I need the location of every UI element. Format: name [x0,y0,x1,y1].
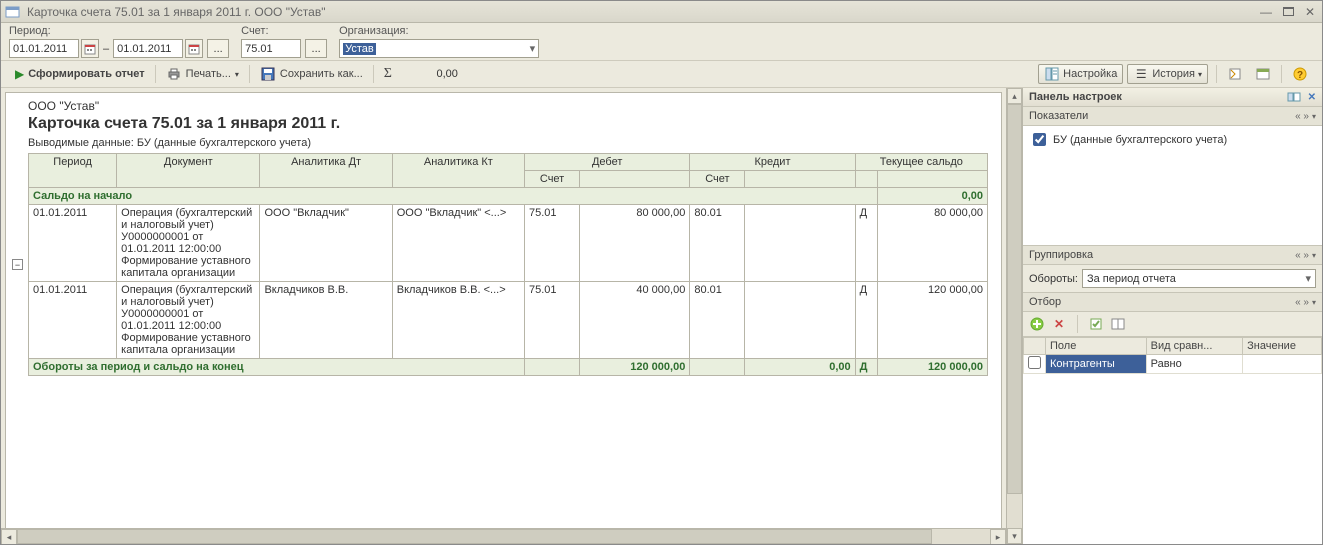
turns-label: Обороты: [1029,273,1078,285]
printer-icon [166,66,182,82]
tool-button-1[interactable] [1221,64,1249,84]
filter-tool-1-icon[interactable] [1088,316,1104,332]
list-icon: ☰ [1133,66,1149,82]
report-org: ООО "Устав" [28,99,991,113]
toolbar: ▶Сформировать отчет Печать...▾ Сохранить… [1,60,1322,88]
settings-button[interactable]: Настройка [1038,64,1123,84]
window: Карточка счета 75.01 за 1 января 2011 г.… [0,0,1323,545]
help-button[interactable]: ? [1286,64,1314,84]
indicator-checkbox[interactable]: БУ (данные бухгалтерского учета) [1029,130,1316,149]
filter-bar: Период: 01.01.2011 – 01.01.2011 ... Счет… [1,23,1322,60]
table-row[interactable]: 01.01.2011Операция (бухгалтерский и нало… [29,205,988,282]
close-button[interactable]: ✕ [1302,5,1318,19]
panel-toggle-icon[interactable] [1287,92,1301,102]
disk-icon [260,66,276,82]
date-to-calendar[interactable] [185,39,203,58]
tool-button-2[interactable] [1249,64,1277,84]
report-table: Период Документ Аналитика Дт Аналитика К… [28,153,988,376]
collapse-button[interactable]: − [12,259,23,270]
settings-panel: Панель настроек ✕ Показатели « »▾ БУ (да… [1022,88,1322,544]
settings-icon [1044,66,1060,82]
add-filter-icon[interactable] [1029,316,1045,332]
panel-title: Панель настроек ✕ [1023,88,1322,107]
save-button[interactable]: Сохранить как... [254,64,369,84]
horizontal-scrollbar[interactable]: ◂ ▸ [1,528,1006,544]
window-title: Карточка счета 75.01 за 1 января 2011 г.… [27,5,1258,19]
filter-row: Контрагенты Равно [1024,355,1322,374]
turns-select[interactable]: За период отчета ▾ [1082,269,1316,288]
date-from-calendar[interactable] [81,39,99,58]
svg-text:?: ? [1297,70,1303,81]
chevron-down-icon: ▾ [1305,272,1311,285]
report-title: Карточка счета 75.01 за 1 января 2011 г. [28,115,991,133]
period-label: Период: [9,25,229,37]
org-label: Организация: [339,25,539,37]
grouping-header[interactable]: Группировка « »▾ [1023,246,1322,265]
filter-grid[interactable]: Поле Вид сравн... Значение Контрагенты Р… [1023,337,1322,374]
org-input[interactable]: Устав ▾ [339,39,539,58]
account-label: Счет: [241,25,327,37]
date-to-input[interactable]: 01.01.2011 [113,39,183,58]
report-area: − ООО "Устав" Карточка счета 75.01 за 1 … [1,88,1006,528]
form-report-button[interactable]: ▶Сформировать отчет [9,65,151,83]
indicators-header[interactable]: Показатели « »▾ [1023,107,1322,126]
help-icon: ? [1292,66,1308,82]
report-subtitle: Выводимые данные: БУ (данные бухгалтерск… [28,137,991,149]
period-select-button[interactable]: ... [207,39,229,58]
account-select-button[interactable]: ... [305,39,327,58]
table-row[interactable]: 01.01.2011Операция (бухгалтерский и нало… [29,282,988,359]
maximize-button[interactable] [1280,5,1296,19]
print-button[interactable]: Печать...▾ [160,64,245,84]
minimize-button[interactable]: — [1258,5,1274,19]
account-input[interactable]: 75.01 [241,39,301,58]
titlebar: Карточка счета 75.01 за 1 января 2011 г.… [1,1,1322,23]
date-from-input[interactable]: 01.01.2011 [9,39,79,58]
sigma-value: 0,00 [398,68,458,80]
app-icon [5,5,21,19]
sigma-button[interactable]: Σ [378,64,398,84]
remove-filter-icon[interactable]: ✕ [1051,316,1067,332]
vertical-scrollbar[interactable]: ▴ ▾ [1006,88,1022,544]
panel-close-icon[interactable]: ✕ [1308,92,1316,103]
chevron-down-icon: ▾ [530,42,536,55]
filter-tool-2-icon[interactable] [1110,316,1126,332]
history-button[interactable]: ☰История▾ [1127,64,1208,84]
filter-header[interactable]: Отбор « »▾ [1023,293,1322,312]
